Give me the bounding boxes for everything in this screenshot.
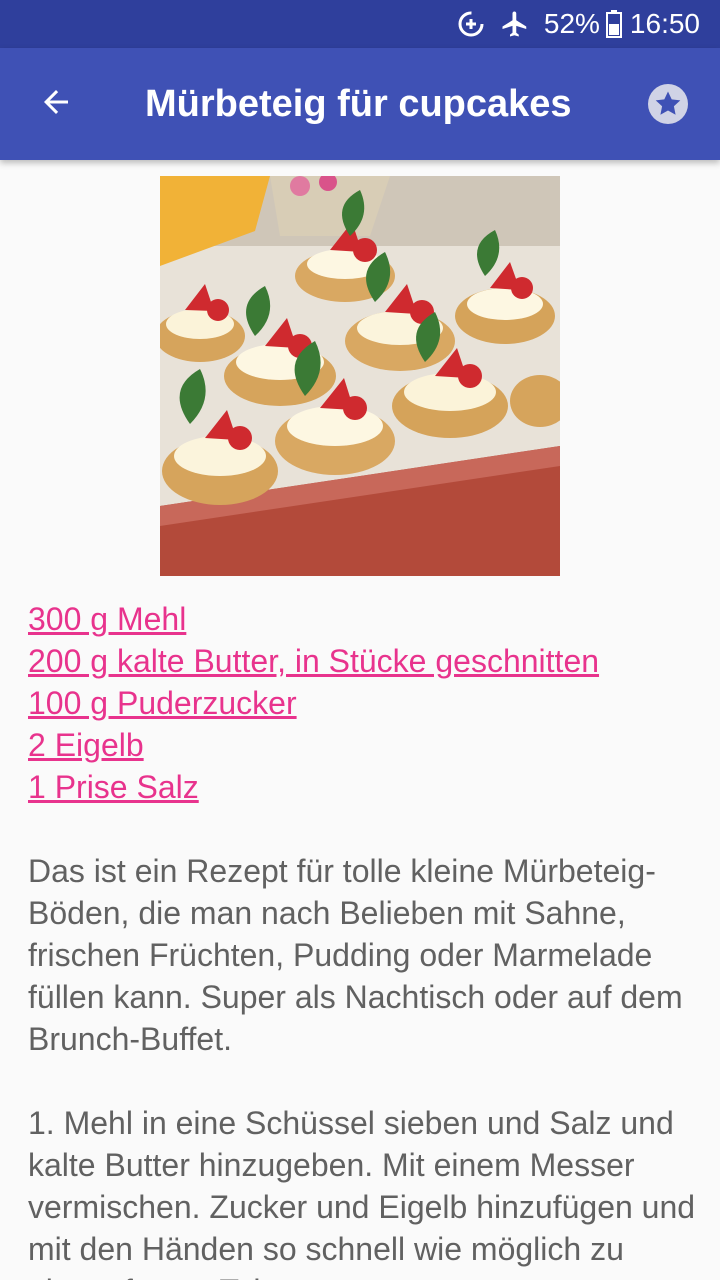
status-bar: 52% 16:50 — [0, 0, 720, 48]
ingredient-link[interactable]: 300 g Mehl — [28, 598, 708, 640]
battery-icon — [605, 10, 622, 38]
ingredient-link[interactable]: 200 g kalte Butter, in Stücke geschnitte… — [28, 640, 708, 682]
ingredient-list: 300 g Mehl 200 g kalte Butter, in Stücke… — [28, 598, 708, 808]
ingredient-link[interactable]: 1 Prise Salz — [28, 766, 708, 808]
app-bar: Mürbeteig für cupcakes — [0, 48, 720, 160]
recipe-step: 1. Mehl in eine Schüssel sieben und Salz… — [28, 1105, 696, 1280]
recipe-photo — [160, 176, 560, 576]
arrow-left-icon — [38, 84, 74, 125]
clock: 16:50 — [629, 8, 700, 39]
back-button[interactable] — [24, 76, 88, 132]
ingredient-link[interactable]: 100 g Puderzucker — [28, 682, 708, 724]
airplane-mode-icon — [500, 9, 530, 39]
battery-percent: 52% — [543, 8, 600, 39]
ingredient-link[interactable]: 2 Eigelb — [28, 724, 708, 766]
recipe-content[interactable]: 300 g Mehl 200 g kalte Butter, in Stücke… — [0, 160, 720, 1280]
data-saver-icon — [456, 9, 486, 39]
recipe-description: Das ist ein Rezept für tolle kleine Mürb… — [28, 853, 683, 1057]
favorite-button[interactable] — [640, 78, 696, 134]
page-title: Mürbeteig für cupcakes — [145, 83, 572, 125]
star-icon — [646, 82, 690, 131]
